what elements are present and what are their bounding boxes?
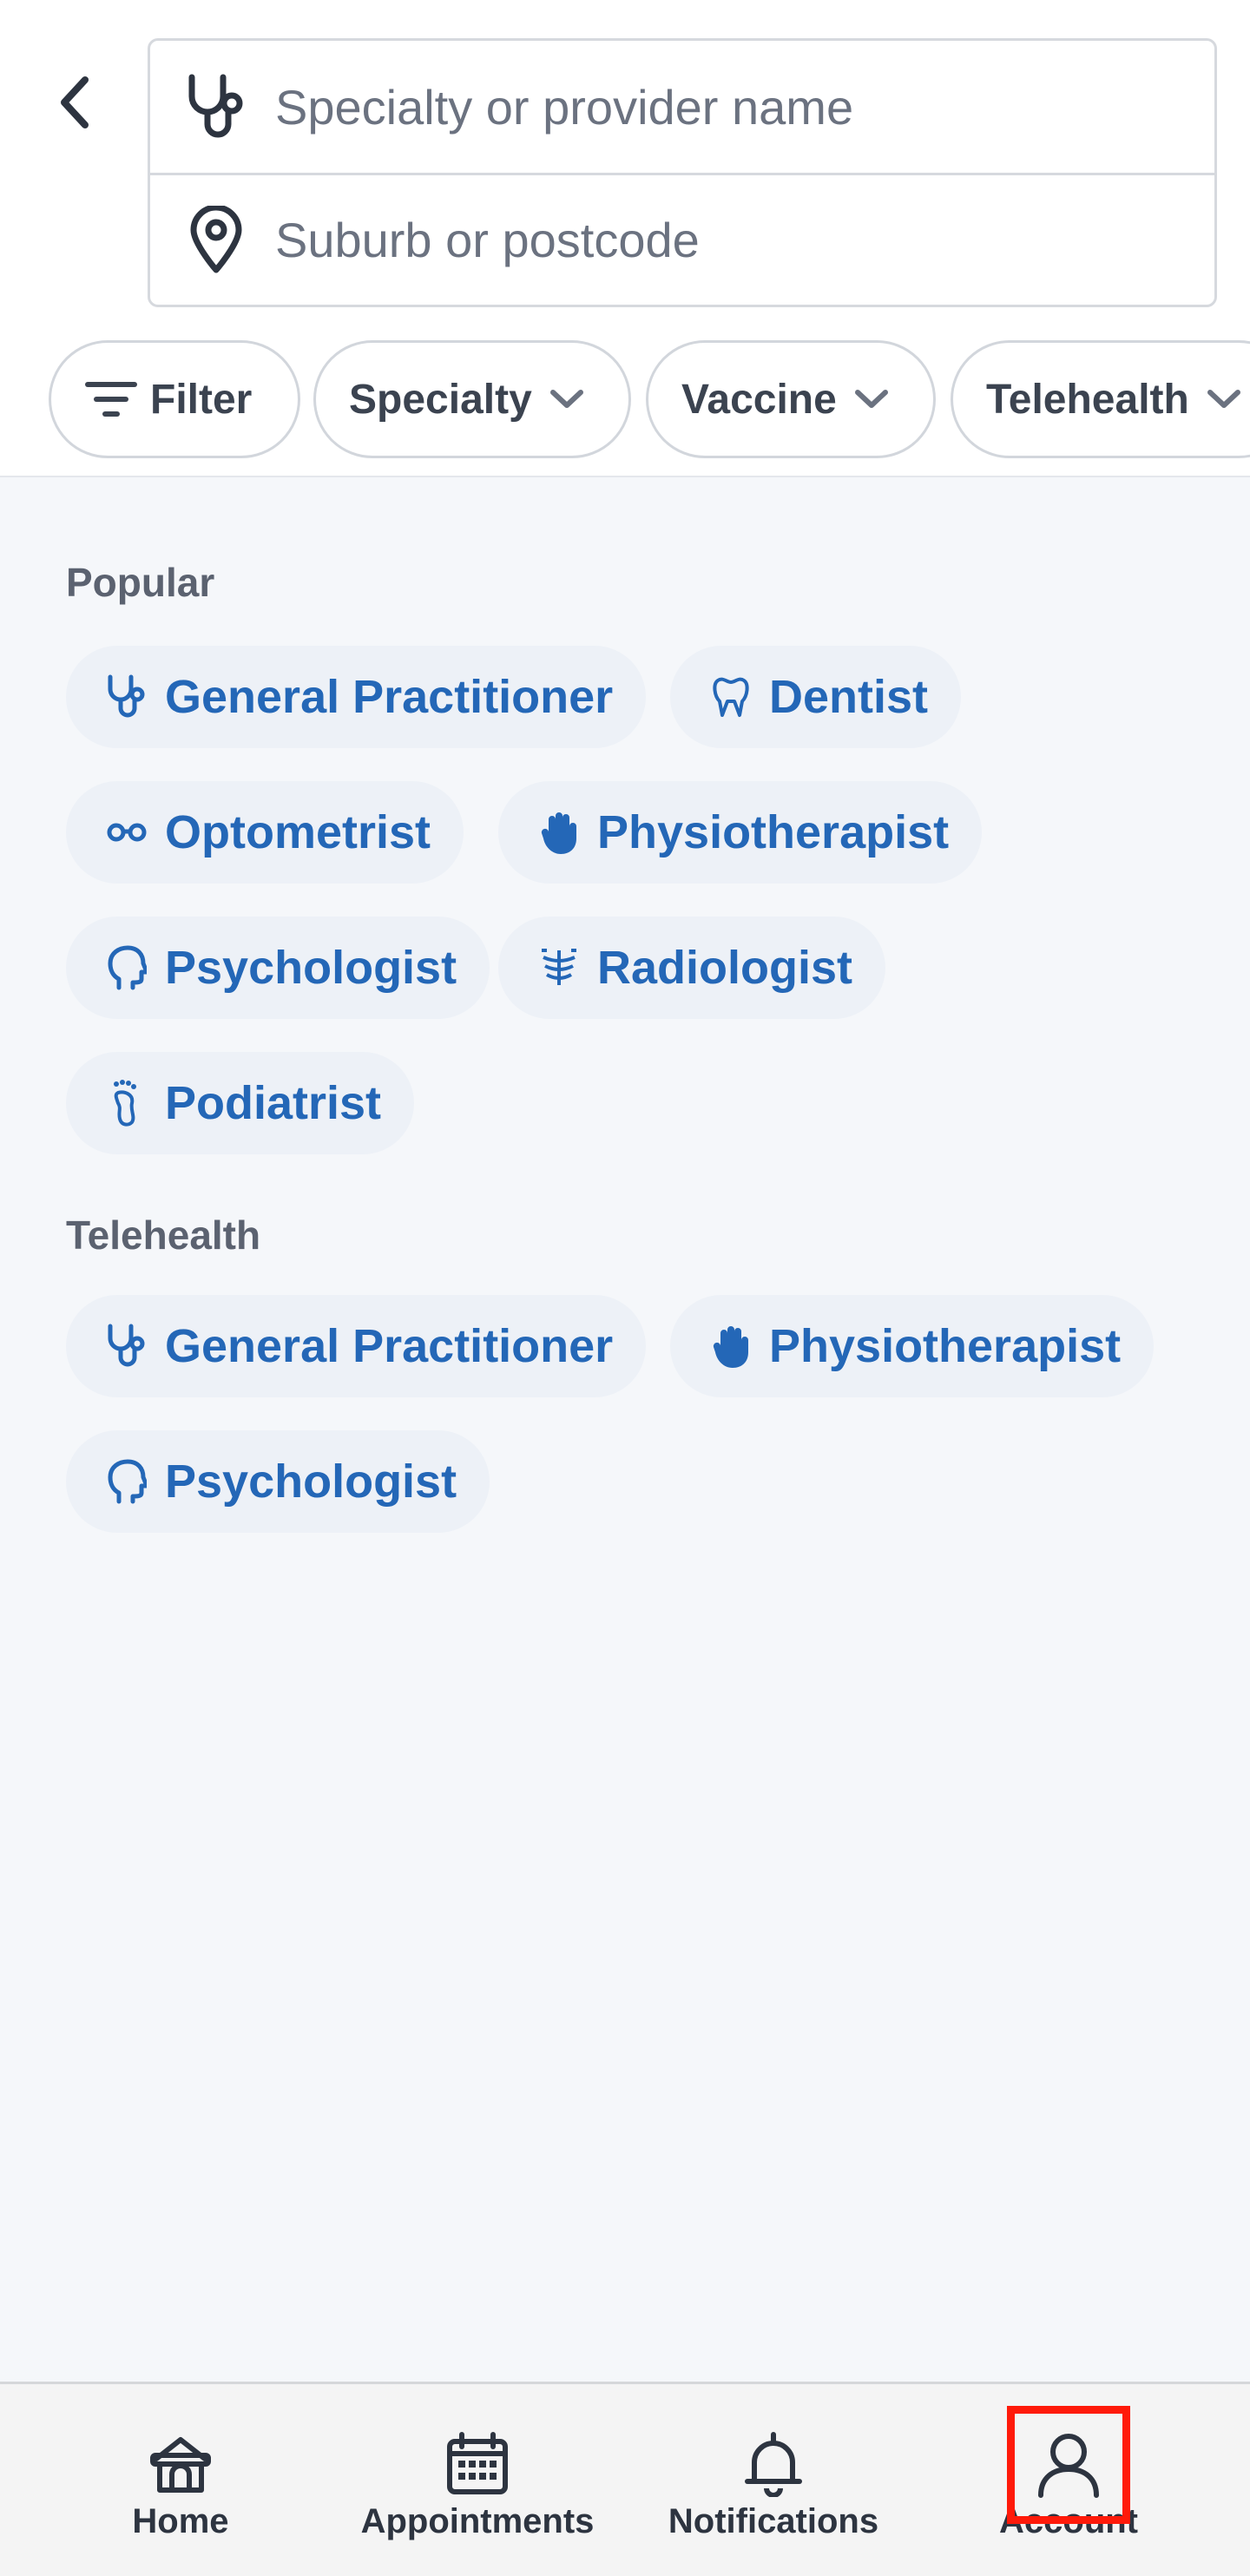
hand-icon <box>533 806 585 858</box>
stethoscope-icon <box>101 671 153 723</box>
filter-chips-row: Filter Specialty Vaccine Telehealth <box>0 340 1250 462</box>
tag-general-practitioner[interactable]: General Practitioner <box>66 1295 647 1397</box>
head-icon <box>101 1456 153 1508</box>
tag-dentist[interactable]: Dentist <box>670 646 962 748</box>
specialty-search-row[interactable] <box>150 41 1214 173</box>
foot-icon <box>101 1077 153 1129</box>
tag-label: Optometrist <box>165 806 431 858</box>
telehealth-section-title: Telehealth <box>66 1212 261 1258</box>
nav-appointments-label: Appointments <box>360 2501 595 2540</box>
specialty-search-input[interactable] <box>275 78 1143 135</box>
tag-physiotherapist[interactable]: Physiotherapist <box>670 1295 1155 1397</box>
head-icon <box>101 942 153 994</box>
tag-label: Podiatrist <box>165 1077 382 1129</box>
tag-physiotherapist[interactable]: Physiotherapist <box>498 781 983 884</box>
chevron-down-icon <box>549 390 583 408</box>
hand-icon <box>705 1320 757 1372</box>
tag-psychologist[interactable]: Psychologist <box>66 917 490 1019</box>
calendar-icon <box>443 2429 512 2499</box>
location-search-row[interactable] <box>150 173 1214 305</box>
vaccine-chip[interactable]: Vaccine <box>646 340 936 458</box>
bell-icon <box>739 2429 808 2499</box>
stethoscope-icon <box>101 1320 153 1372</box>
stethoscope-icon <box>181 72 251 141</box>
nav-notifications[interactable]: Notifications <box>656 2384 891 2576</box>
filter-chip[interactable]: Filter <box>49 340 300 458</box>
xray-icon <box>533 942 585 994</box>
nav-appointments[interactable]: Appointments <box>351 2384 604 2576</box>
back-button[interactable] <box>49 69 101 135</box>
tag-label: Physiotherapist <box>597 806 950 858</box>
chevron-down-icon <box>854 390 888 408</box>
telehealth-chip[interactable]: Telehealth <box>951 340 1250 458</box>
nav-home-label: Home <box>132 2501 229 2540</box>
tag-label: Psychologist <box>165 942 457 994</box>
tag-podiatrist[interactable]: Podiatrist <box>66 1052 415 1154</box>
tag-general-practitioner[interactable]: General Practitioner <box>66 646 647 748</box>
tooth-icon <box>705 671 757 723</box>
tag-label: Psychologist <box>165 1456 457 1508</box>
tag-label: General Practitioner <box>165 671 614 723</box>
location-pin-icon <box>181 205 251 275</box>
glasses-icon <box>101 806 153 858</box>
tag-label: Physiotherapist <box>769 1320 1122 1372</box>
tag-label: General Practitioner <box>165 1320 614 1372</box>
chevron-left-icon <box>61 76 89 128</box>
search-box <box>148 38 1217 307</box>
telehealth-chip-label: Telehealth <box>986 376 1189 423</box>
chevron-down-icon <box>1207 390 1240 408</box>
filter-chip-label: Filter <box>150 376 253 423</box>
tag-label: Radiologist <box>597 942 852 994</box>
vaccine-chip-label: Vaccine <box>681 376 837 423</box>
filter-icon <box>85 382 137 417</box>
specialty-chip-label: Specialty <box>349 376 532 423</box>
search-header: Filter Specialty Vaccine Telehealth <box>0 0 1250 477</box>
nav-notifications-label: Notifications <box>668 2501 879 2540</box>
specialty-chip[interactable]: Specialty <box>313 340 631 458</box>
location-search-input[interactable] <box>275 212 1143 268</box>
tag-psychologist[interactable]: Psychologist <box>66 1430 490 1533</box>
tag-label: Dentist <box>769 671 929 723</box>
nav-home[interactable]: Home <box>104 2384 257 2576</box>
tag-optometrist[interactable]: Optometrist <box>66 781 464 884</box>
popular-section-title: Popular <box>66 560 215 605</box>
tag-radiologist[interactable]: Radiologist <box>498 917 885 1019</box>
home-icon <box>146 2429 215 2499</box>
account-highlight-box <box>1007 2406 1130 2524</box>
